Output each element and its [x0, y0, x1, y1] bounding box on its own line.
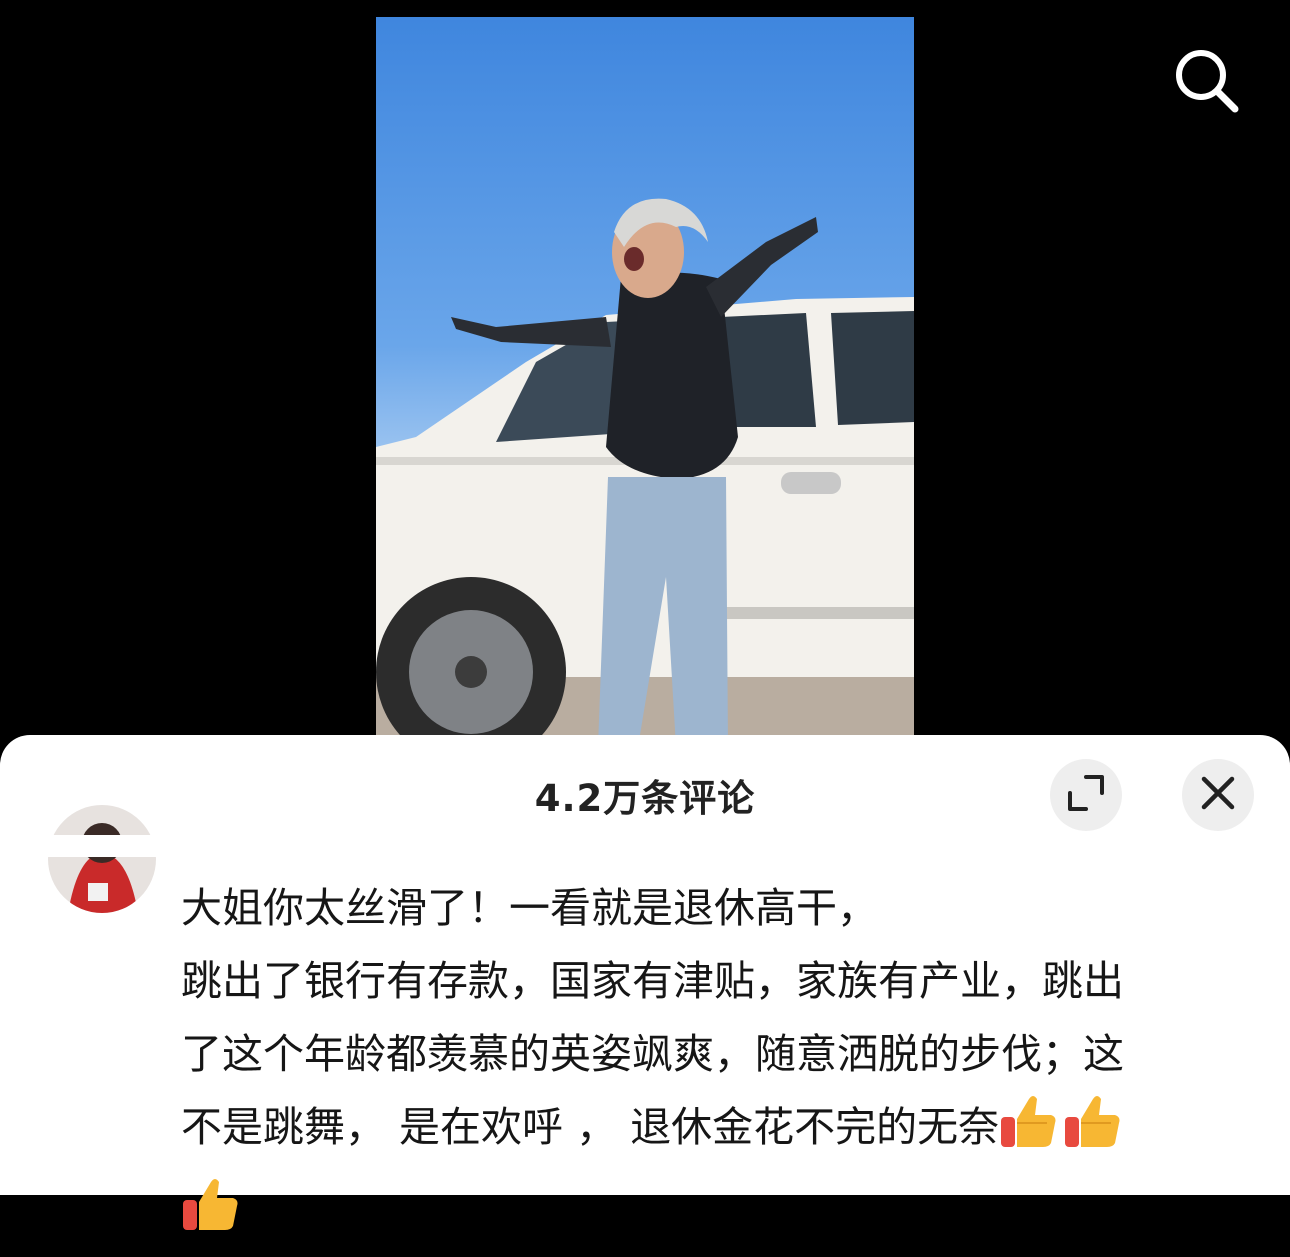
commenter-avatar[interactable]: [48, 805, 156, 913]
comment-line: 不是跳舞， 是在欢呼 ， 退休金花不完的无奈: [181, 1103, 1000, 1151]
expand-button[interactable]: [1050, 759, 1122, 831]
thumbs-up-icon: [181, 1176, 241, 1257]
search-icon: [1171, 45, 1241, 119]
comment-text[interactable]: 大姐你太丝滑了！一看就是退休高干， 跳出了银行有存款，国家有津贴，家族有产业，跳…: [181, 872, 1243, 1257]
close-icon: [1199, 774, 1237, 816]
comment-line: 跳出了银行有存款，国家有津贴，家族有产业，跳出: [181, 957, 1124, 1005]
search-button[interactable]: [1166, 42, 1246, 122]
thumbs-up-icon: [1063, 1093, 1123, 1174]
expand-icon: [1066, 773, 1106, 817]
close-button[interactable]: [1182, 759, 1254, 831]
comment-line: 了这个年龄都羡慕的英姿飒爽，随意洒脱的步伐；这: [181, 1030, 1124, 1078]
thumbs-up-icon: [999, 1093, 1059, 1174]
video-frame[interactable]: [376, 17, 914, 747]
video-still-image: [376, 198, 914, 747]
comment-line-emoji-overflow: [181, 1174, 1243, 1257]
scroll-mask: [0, 835, 1290, 857]
comment-line-with-emoji: 不是跳舞， 是在欢呼 ， 退休金花不完的无奈: [181, 1091, 1243, 1174]
comment-line: 大姐你太丝滑了！一看就是退休高干，: [181, 884, 878, 932]
